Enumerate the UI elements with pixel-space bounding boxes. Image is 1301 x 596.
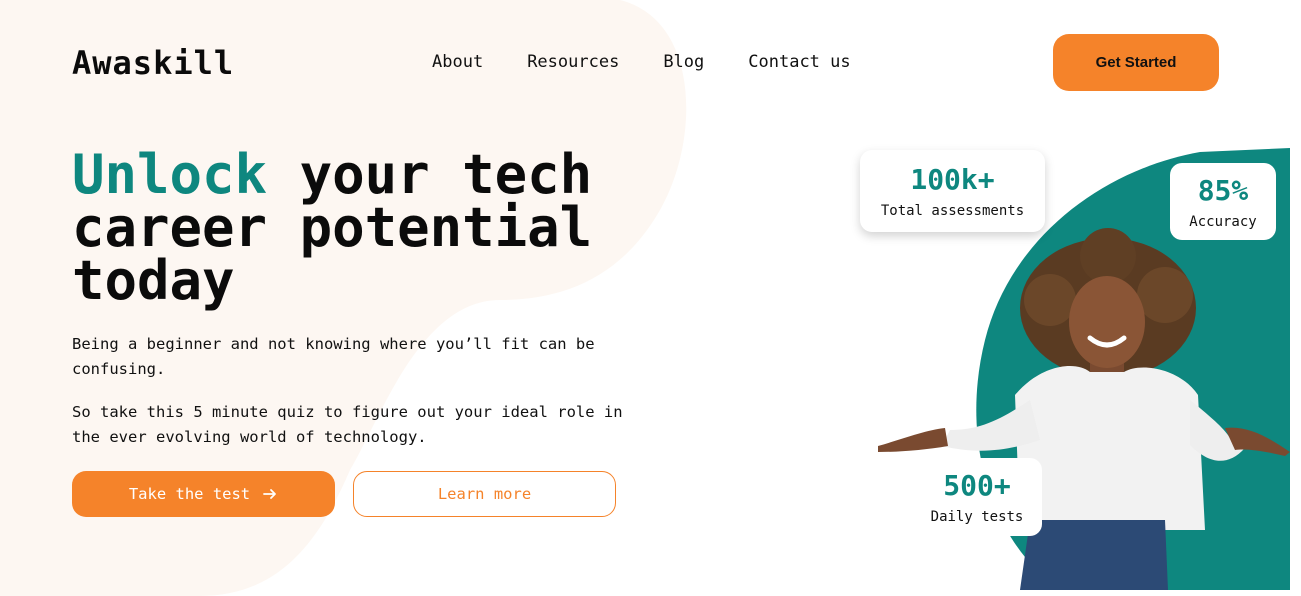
person-face xyxy=(1069,276,1145,368)
hero-paragraph-2: So take this 5 minute quiz to figure out… xyxy=(72,403,623,446)
person-hair xyxy=(1020,238,1196,378)
learn-more-button[interactable]: Learn more xyxy=(353,471,616,517)
right-hand xyxy=(1225,427,1290,456)
stat-card-daily-tests: 500+ Daily tests xyxy=(912,458,1042,536)
stat-label: Daily tests xyxy=(930,509,1024,525)
stat-card-assessments: 100k+ Total assessments xyxy=(860,150,1045,232)
take-test-button[interactable]: Take the test xyxy=(72,471,335,517)
stat-card-accuracy: 85% Accuracy xyxy=(1170,163,1276,240)
get-started-button[interactable]: Get Started xyxy=(1053,34,1219,91)
person-jeans xyxy=(1020,520,1168,590)
hero-paragraph-1: Being a beginner and not knowing where y… xyxy=(72,335,595,378)
arrow-right-icon xyxy=(263,489,277,499)
hero-headline: Unlock your tech career potential today xyxy=(72,148,632,308)
nav-item-about[interactable]: About xyxy=(432,52,483,72)
stat-value: 500+ xyxy=(943,469,1011,502)
take-test-label: Take the test xyxy=(128,485,251,503)
stat-value: 85% xyxy=(1197,173,1249,207)
stat-label: Accuracy xyxy=(1189,213,1257,230)
nav-item-resources[interactable]: Resources xyxy=(527,52,619,72)
stat-label: Total assessments xyxy=(880,203,1025,219)
brand-logo[interactable]: Awaskill xyxy=(72,44,234,82)
nav-item-blog[interactable]: Blog xyxy=(663,52,704,72)
person-sweater xyxy=(1015,365,1205,530)
left-hand xyxy=(878,428,948,452)
nav-item-contact[interactable]: Contact us xyxy=(748,52,850,72)
stat-value: 100k+ xyxy=(910,163,995,196)
main-nav: About Resources Blog Contact us xyxy=(432,52,851,72)
